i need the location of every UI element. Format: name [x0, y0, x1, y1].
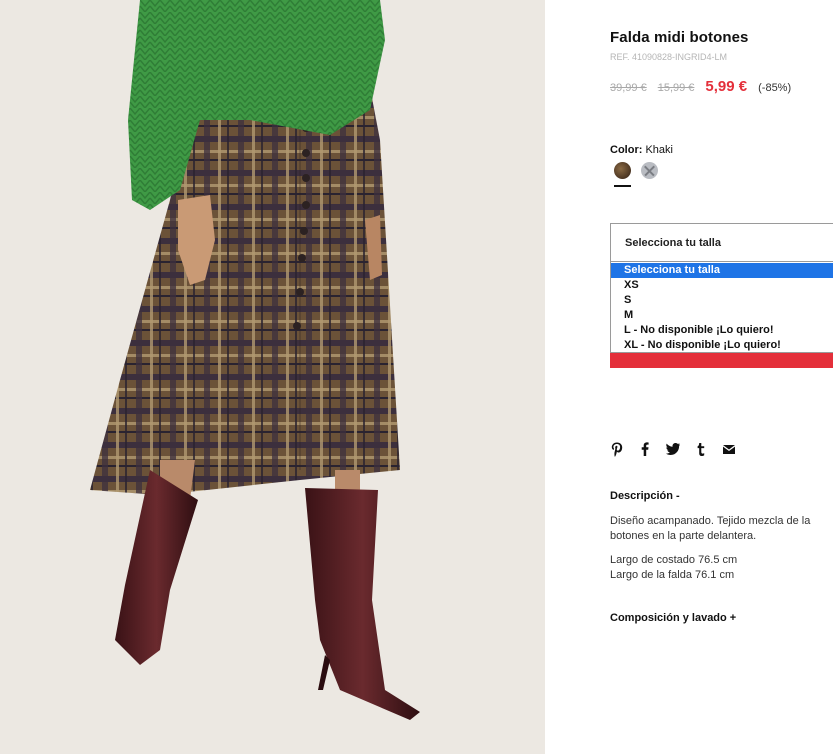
- color-swatches: [614, 162, 658, 179]
- discount-label: (-85%): [758, 82, 792, 94]
- facebook-icon[interactable]: [638, 441, 652, 457]
- description-line-2: botones en la parte delantera.: [610, 530, 757, 542]
- add-to-bag-button[interactable]: [610, 353, 833, 368]
- email-icon[interactable]: [722, 441, 736, 457]
- size-select-value: Selecciona tu talla: [625, 237, 721, 249]
- size-option-s[interactable]: S: [611, 293, 833, 308]
- color-swatch-unavailable[interactable]: [641, 162, 658, 179]
- sale-price: 5,99 €: [705, 78, 748, 95]
- twitter-icon[interactable]: [666, 441, 680, 457]
- description-toggle[interactable]: Descripción -: [610, 490, 680, 502]
- size-select[interactable]: Selecciona tu talla: [610, 223, 833, 261]
- previous-price: 15,99 €: [657, 82, 695, 94]
- color-value: Khaki: [645, 144, 673, 156]
- composition-toggle[interactable]: Composición y lavado +: [610, 612, 736, 624]
- tumblr-icon[interactable]: [694, 441, 708, 457]
- color-label-title: Color:: [610, 144, 643, 156]
- size-option-m[interactable]: M: [611, 308, 833, 323]
- description-length-skirt: Largo de la falda 76.1 cm: [610, 569, 735, 581]
- pinterest-icon[interactable]: [610, 441, 624, 457]
- size-option-placeholder[interactable]: Selecciona tu talla: [611, 263, 833, 278]
- description-length-side: Largo de costado 76.5 cm: [610, 554, 738, 566]
- size-dropdown-list: Selecciona tu talla XS S M L - No dispon…: [610, 261, 833, 353]
- product-info-panel: Falda midi botones REF. 41090828-INGRID4…: [610, 0, 833, 754]
- share-icons: [610, 441, 736, 457]
- size-option-xl[interactable]: XL - No disponible ¡Lo quiero!: [611, 338, 833, 353]
- color-swatch-khaki[interactable]: [614, 162, 631, 179]
- size-option-l[interactable]: L - No disponible ¡Lo quiero!: [611, 323, 833, 338]
- color-label: Color: Khaki: [610, 144, 673, 156]
- selected-swatch-indicator: [614, 185, 631, 187]
- product-image[interactable]: [0, 0, 545, 754]
- product-title: Falda midi botones: [610, 29, 749, 46]
- description-line-1: Diseño acampanado. Tejido mezcla de la: [610, 515, 811, 527]
- product-reference: REF. 41090828-INGRID4-LM: [610, 52, 728, 62]
- product-photo-illustration: [90, 0, 420, 720]
- price-row: 39,99 € 15,99 € 5,99 € (-85%): [610, 78, 791, 95]
- original-price: 39,99 €: [610, 82, 647, 94]
- size-option-xs[interactable]: XS: [611, 278, 833, 293]
